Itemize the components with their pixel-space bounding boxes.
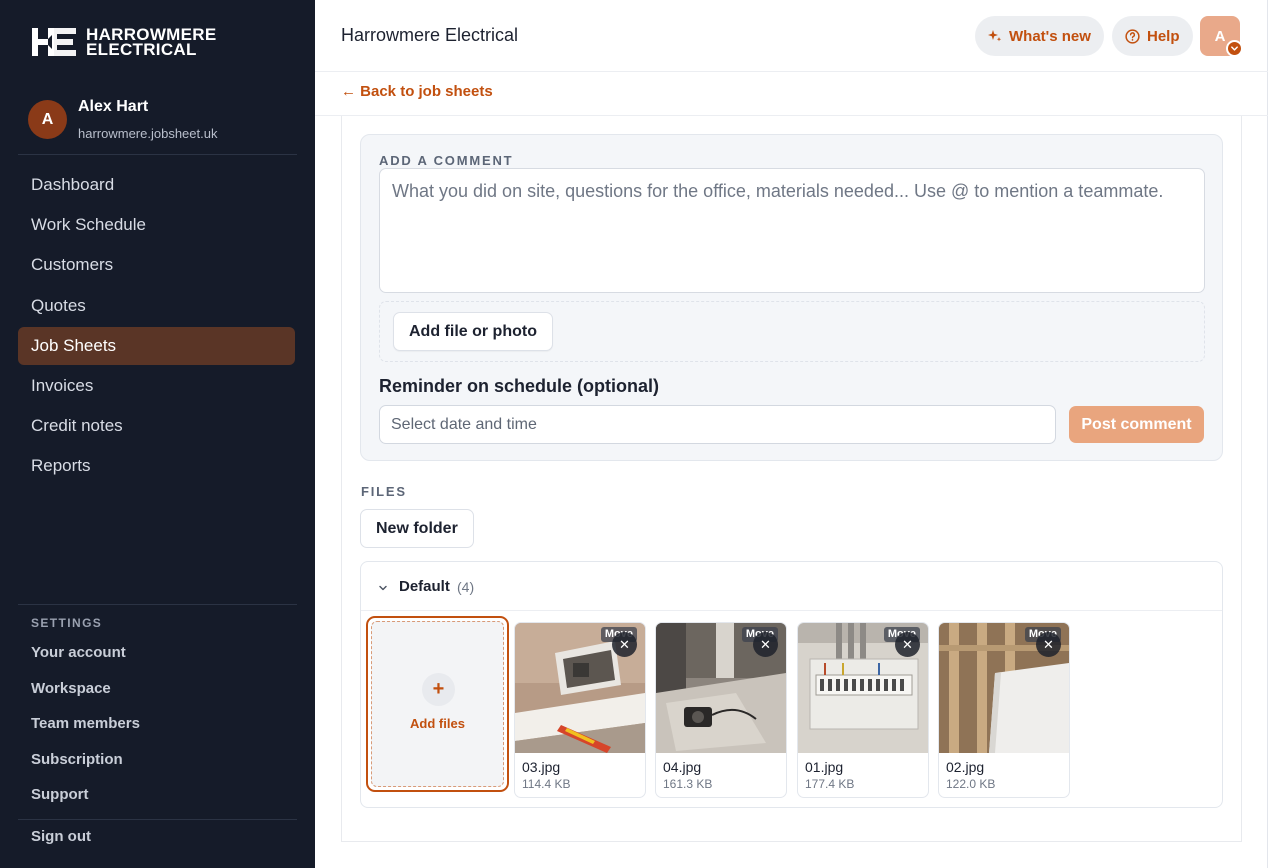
sidebar-divider [18, 604, 297, 605]
add-comment-card: ADD A COMMENT Add file or photo Reminder… [360, 134, 1223, 461]
sidebar-divider [18, 819, 297, 820]
settings-item-support[interactable]: Support [31, 784, 140, 820]
nav-item-job-sheets[interactable]: Job Sheets [18, 326, 295, 365]
user-profile[interactable]: A Alex Hart harrowmere.jobsheet.uk [28, 98, 217, 141]
settings-heading: SETTINGS [31, 616, 103, 630]
main-content: Harrowmere Electrical What's new Help A … [315, 0, 1268, 868]
file-name: 01.jpg [805, 759, 844, 775]
user-avatar: A [28, 100, 67, 139]
harrowmere-logo-mark-icon [32, 28, 76, 56]
whats-new-button[interactable]: What's new [975, 16, 1104, 56]
settings-item-team-members[interactable]: Team members [31, 713, 140, 749]
settings-item-workspace[interactable]: Workspace [31, 678, 140, 714]
file-size: 114.4 KB [522, 777, 571, 791]
settings-item-subscription[interactable]: Subscription [31, 749, 140, 785]
reminder-datetime-input[interactable] [379, 405, 1056, 444]
nav-item-reports[interactable]: Reports [18, 447, 295, 485]
top-bar: Harrowmere Electrical What's new Help A [315, 0, 1268, 72]
file-size: 177.4 KB [805, 777, 855, 791]
new-folder-button[interactable]: New folder [360, 509, 474, 548]
add-comment-heading: ADD A COMMENT [379, 153, 514, 168]
back-to-job-sheets-link[interactable]: ← Back to job sheets [341, 83, 493, 100]
file-tile[interactable]: Move ✕ 03.jpg 114.4 KB [514, 622, 646, 798]
folder-default: Default (4) + Add files Move ✕ [360, 561, 1223, 808]
sparkle-icon [988, 30, 1002, 42]
file-name: 03.jpg [522, 759, 561, 775]
plus-icon: + [422, 673, 455, 706]
folder-file-count: (4) [457, 579, 475, 595]
close-icon[interactable]: ✕ [612, 632, 637, 657]
close-icon[interactable]: ✕ [895, 632, 920, 657]
chevron-down-icon [1226, 40, 1243, 57]
file-size: 161.3 KB [663, 777, 713, 791]
sidebar-divider [18, 154, 297, 155]
brand-logo[interactable]: HARROWMERE ELECTRICAL [30, 26, 217, 58]
files-heading: FILES [361, 484, 407, 499]
settings-nav: Your account Workspace Team members Subs… [31, 642, 140, 820]
close-icon[interactable]: ✕ [1036, 632, 1061, 657]
nav-item-customers[interactable]: Customers [18, 246, 295, 284]
file-tile[interactable]: Move ✕ 02.jpg 122.0 KB [938, 622, 1070, 798]
nav-item-quotes[interactable]: Quotes [18, 287, 295, 325]
file-name: 02.jpg [946, 759, 985, 775]
file-name: 04.jpg [663, 759, 702, 775]
attachment-drop-zone[interactable]: Add file or photo [379, 301, 1205, 362]
brand-name: HARROWMERE ELECTRICAL [86, 25, 217, 59]
add-files-label: Add files [410, 716, 465, 731]
chevron-down-icon [379, 585, 387, 591]
main-nav: Dashboard Work Schedule Customers Quotes… [18, 166, 295, 488]
file-tile[interactable]: Move ✕ 04.jpg 161.3 KB [655, 622, 787, 798]
settings-item-your-account[interactable]: Your account [31, 642, 140, 678]
page-title: Harrowmere Electrical [341, 25, 519, 45]
help-label: Help [1147, 27, 1180, 45]
comment-textarea[interactable] [379, 168, 1205, 293]
close-icon[interactable]: ✕ [753, 632, 778, 657]
post-comment-button[interactable]: Post comment [1069, 406, 1204, 443]
back-bar: ← Back to job sheets [315, 72, 1268, 116]
help-button[interactable]: Help [1112, 16, 1193, 56]
folder-name: Default [399, 578, 450, 595]
whats-new-label: What's new [1009, 27, 1091, 45]
folder-header[interactable]: Default (4) [361, 562, 1222, 611]
nav-item-credit-notes[interactable]: Credit notes [18, 407, 295, 445]
user-workspace-domain: harrowmere.jobsheet.uk [78, 126, 218, 141]
user-name: Alex Hart [78, 98, 149, 115]
file-size: 122.0 KB [946, 777, 996, 791]
nav-item-dashboard[interactable]: Dashboard [18, 166, 295, 204]
nav-item-work-schedule[interactable]: Work Schedule [18, 206, 295, 244]
nav-item-invoices[interactable]: Invoices [18, 367, 295, 405]
help-circle-icon [1125, 28, 1140, 44]
sign-out-link[interactable]: Sign out [31, 828, 91, 845]
reminder-label: Reminder on schedule (optional) [379, 376, 660, 396]
add-file-or-photo-button[interactable]: Add file or photo [393, 312, 553, 351]
file-tile[interactable]: Move ✕ 01.jpg 177.4 KB [797, 622, 929, 798]
sidebar: HARROWMERE ELECTRICAL A Alex Hart harrow… [0, 0, 315, 868]
add-files-tile[interactable]: + Add files [366, 616, 509, 792]
